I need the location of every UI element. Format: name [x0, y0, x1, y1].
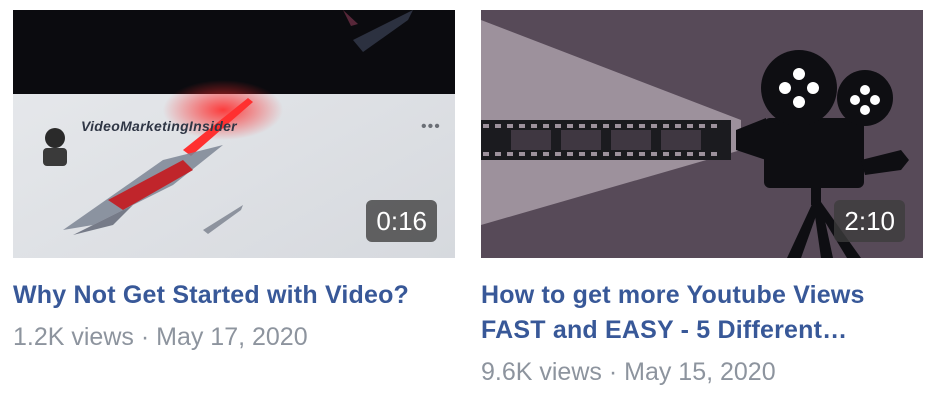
video-meta: 1.2K views · May 17, 2020	[13, 321, 455, 353]
more-options-icon: •••	[421, 118, 441, 135]
video-title-link[interactable]: Why Not Get Started with Video?	[13, 278, 455, 313]
video-thumbnail[interactable]: 2:10	[481, 10, 923, 258]
video-duration: 2:10	[834, 200, 905, 242]
publish-date: May 15, 2020	[624, 358, 776, 386]
video-grid: VideoMarketingInsider ••• 0:16 Why Not G…	[0, 0, 930, 398]
video-title-link[interactable]: How to get more Youtube Views FAST and E…	[481, 278, 923, 348]
video-card[interactable]: VideoMarketingInsider ••• 0:16 Why Not G…	[13, 10, 455, 353]
publish-date: May 17, 2020	[156, 323, 308, 351]
avatar	[45, 128, 65, 148]
meta-separator: ·	[140, 323, 150, 351]
video-meta: 9.6K views · May 15, 2020	[481, 356, 923, 388]
meta-separator: ·	[608, 358, 618, 386]
view-count: 1.2K views	[13, 323, 134, 351]
view-count: 9.6K views	[481, 358, 602, 386]
video-duration: 0:16	[366, 200, 437, 242]
channel-watermark: VideoMarketingInsider	[81, 118, 237, 134]
video-card[interactable]: 2:10 How to get more Youtube Views FAST …	[481, 10, 923, 388]
video-thumbnail[interactable]: VideoMarketingInsider ••• 0:16	[13, 10, 455, 258]
